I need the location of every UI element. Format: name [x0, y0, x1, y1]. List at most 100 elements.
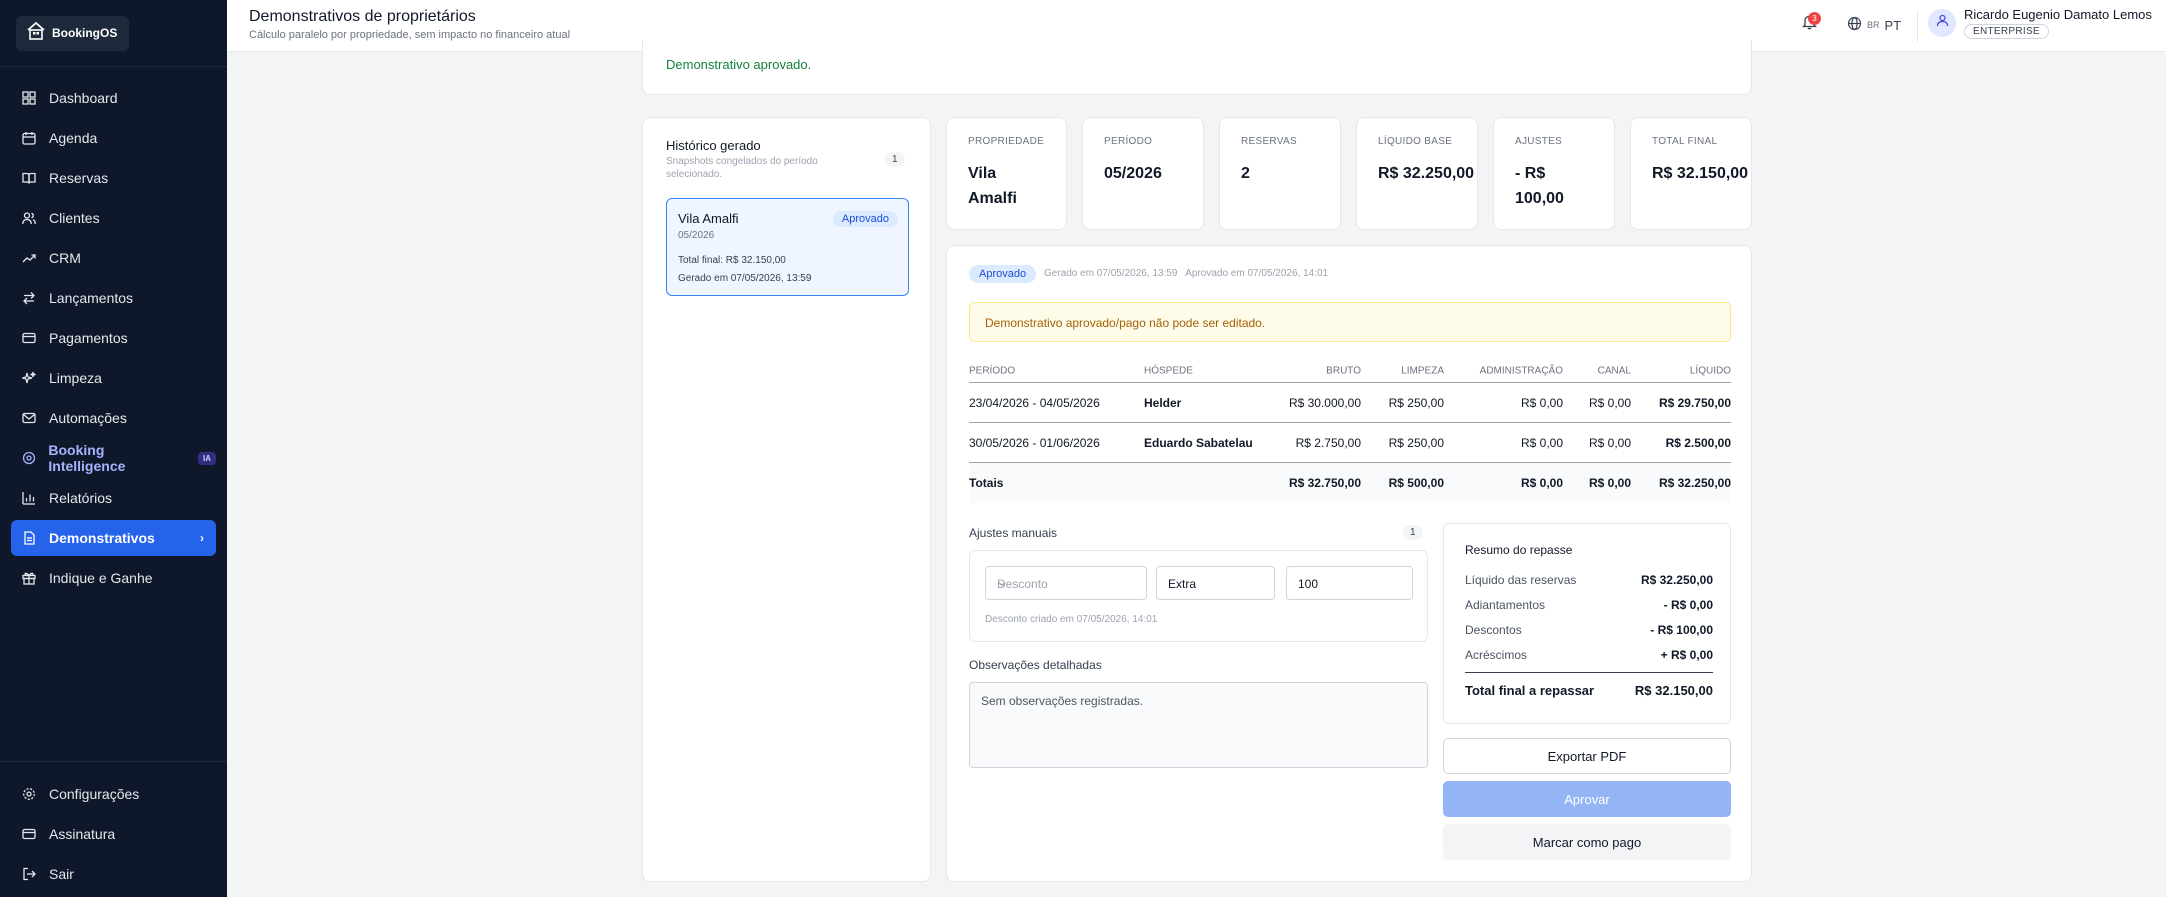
summary-value: - R$ 0,00: [1663, 598, 1713, 612]
export-pdf-button[interactable]: Exportar PDF: [1443, 738, 1731, 774]
adjustment-amount-input[interactable]: 100: [1286, 566, 1413, 600]
cell-net: R$ 2.500,00: [1665, 435, 1731, 450]
nav-indique-e-ganhe[interactable]: Indique e Ganhe: [11, 560, 216, 596]
credit-card-icon: [21, 330, 37, 346]
stat-period: PERÍODO 05/2026: [1082, 117, 1204, 230]
nav-booking-intelligence[interactable]: Booking Intelligence IA: [11, 440, 216, 476]
table-row[interactable]: 30/05/2026 - 01/06/2026 Eduardo Sabatela…: [969, 423, 1731, 463]
cell-net: R$ 29.750,00: [1658, 395, 1731, 410]
summary-label: Adiantamentos: [1465, 598, 1546, 612]
nav-dashboard[interactable]: Dashboard: [11, 80, 216, 116]
gear-icon: [21, 786, 37, 802]
sidebar-bottom: Configurações Assinatura Sair: [0, 761, 227, 896]
warning-text: Demonstrativo aprovado/pago não pode ser…: [985, 316, 1266, 330]
summary-title: Resumo do repasse: [1465, 543, 1573, 557]
payout-summary: Resumo do repasse Líquido das reservas R…: [1443, 523, 1731, 724]
nav-agenda[interactable]: Agenda: [11, 120, 216, 156]
bar-chart-icon: [21, 490, 37, 506]
summary-row: Descontos - R$ 100,00: [1465, 623, 1713, 637]
page-subtitle: Cálculo paralelo por propriedade, sem im…: [249, 29, 571, 41]
calendar-icon: [21, 130, 37, 146]
summary-value: R$ 32.250,00: [1640, 573, 1713, 587]
divider: [1917, 10, 1918, 42]
app-logo[interactable]: BookingOS: [16, 15, 130, 51]
stat-net-base: LÍQUIDO BASE R$ 32.250,00: [1356, 117, 1478, 230]
col-admin: ADMINISTRAÇÃO: [1479, 365, 1563, 376]
language-flag: BR: [1867, 20, 1880, 30]
nav-pagamentos[interactable]: Pagamentos: [11, 320, 216, 356]
house-logo-icon: [26, 21, 46, 45]
cell-cleaning: R$ 250,00: [1388, 435, 1444, 450]
stat-final-total: TOTAL FINAL R$ 32.150,00: [1630, 117, 1752, 230]
notification-count: 3: [1808, 12, 1821, 25]
nav-label: Lançamentos: [49, 290, 134, 306]
stat-label: PERÍODO: [1104, 136, 1153, 147]
nav-reservas[interactable]: Reservas: [11, 160, 216, 196]
cell-admin: R$ 0,00: [1520, 435, 1563, 450]
summary-divider: [1465, 672, 1713, 673]
adjustments-count-badge: 1: [1403, 525, 1423, 540]
history-item-total: Total final: R$ 32.150,00: [678, 255, 786, 266]
adjustment-type-select[interactable]: Desconto: [985, 566, 1147, 600]
total-gross: R$ 32.750,00: [1288, 476, 1361, 490]
nav-crm[interactable]: CRM: [11, 240, 216, 276]
avatar[interactable]: [1928, 9, 1956, 37]
nav-label: Limpeza: [49, 370, 102, 386]
grid-icon: [21, 90, 37, 106]
plan-badge: ENTERPRISE: [1964, 24, 2049, 39]
status-badge: Aprovado: [832, 211, 898, 227]
sidebar: BookingOS Dashboard Agenda Reservas Clie…: [0, 0, 227, 897]
nav-assinatura[interactable]: Assinatura: [11, 816, 216, 852]
nav-label: Demonstrativos: [49, 530, 155, 546]
nav-clientes[interactable]: Clientes: [11, 200, 216, 236]
nav-label: Indique e Ganhe: [49, 570, 153, 586]
observations-textarea[interactable]: Sem observações registradas.: [969, 682, 1428, 768]
adjustment-note: Desconto criado em 07/05/2026, 14:01: [985, 614, 1158, 625]
gift-icon: [21, 570, 37, 586]
logo-area: BookingOS: [0, 0, 227, 67]
summary-total: Total final a repassar R$ 32.150,00: [1465, 683, 1713, 698]
col-gross: BRUTO: [1326, 365, 1361, 376]
chevron-down-icon: [997, 578, 1134, 592]
total-channel: R$ 0,00: [1588, 476, 1631, 490]
summary-label: Descontos: [1465, 623, 1522, 637]
chevron-right-icon: ›: [200, 531, 204, 545]
nav-sair[interactable]: Sair: [11, 856, 216, 892]
arrows-left-right-icon: [21, 290, 37, 306]
nav-automacoes[interactable]: Automações: [11, 400, 216, 436]
nav-configuracoes[interactable]: Configurações: [11, 776, 216, 812]
nav-label: Reservas: [49, 170, 109, 186]
cell-channel: R$ 0,00: [1588, 395, 1631, 410]
page-title: Demonstrativos de proprietários: [249, 8, 476, 25]
user-name[interactable]: Ricardo Eugenio Damato Lemos: [1964, 7, 2152, 22]
history-title: Histórico gerado: [666, 138, 761, 153]
statement-card: Aprovado Gerado em 07/05/2026, 13:59 Apr…: [946, 245, 1752, 882]
stat-value: R$ 32.150,00: [1652, 165, 1749, 182]
nav-lancamentos[interactable]: Lançamentos: [11, 280, 216, 316]
col-cleaning: LIMPEZA: [1401, 365, 1444, 376]
nav-limpeza[interactable]: Limpeza: [11, 360, 216, 396]
user-icon: [1936, 14, 1949, 32]
mark-paid-button[interactable]: Marcar como pago: [1443, 824, 1731, 860]
cell-gross: R$ 2.750,00: [1295, 435, 1361, 450]
cell-admin: R$ 0,00: [1520, 395, 1563, 410]
summary-label: Acréscimos: [1465, 648, 1528, 662]
sparkles-icon: [21, 370, 37, 386]
approve-button[interactable]: Aprovar: [1443, 781, 1731, 817]
history-item[interactable]: Vila Amalfi Aprovado 05/2026 Total final…: [666, 198, 909, 296]
language-code: PT: [1884, 17, 1902, 33]
nav-relatorios[interactable]: Relatórios: [11, 480, 216, 516]
adjustment-item: Desconto Extra 100 Desconto criado em 07…: [969, 550, 1428, 642]
adjustment-description-input[interactable]: Extra: [1156, 566, 1275, 600]
table-row[interactable]: 23/04/2026 - 04/05/2026 Helder R$ 30.000…: [969, 383, 1731, 423]
observations-text: Sem observações registradas.: [981, 694, 1144, 708]
stat-property: PROPRIEDADE Vila Amalfi: [946, 117, 1067, 230]
nav-demonstrativos[interactable]: Demonstrativos ›: [11, 520, 216, 556]
history-count-badge: 1: [885, 152, 905, 167]
nav-label: Automações: [49, 410, 127, 426]
total-admin: R$ 0,00: [1520, 476, 1563, 490]
col-period: PERÍODO: [969, 365, 1016, 376]
stat-label: TOTAL FINAL: [1652, 136, 1718, 147]
summary-value: + R$ 0,00: [1660, 648, 1713, 662]
language-selector[interactable]: BR PT: [1847, 16, 1901, 34]
